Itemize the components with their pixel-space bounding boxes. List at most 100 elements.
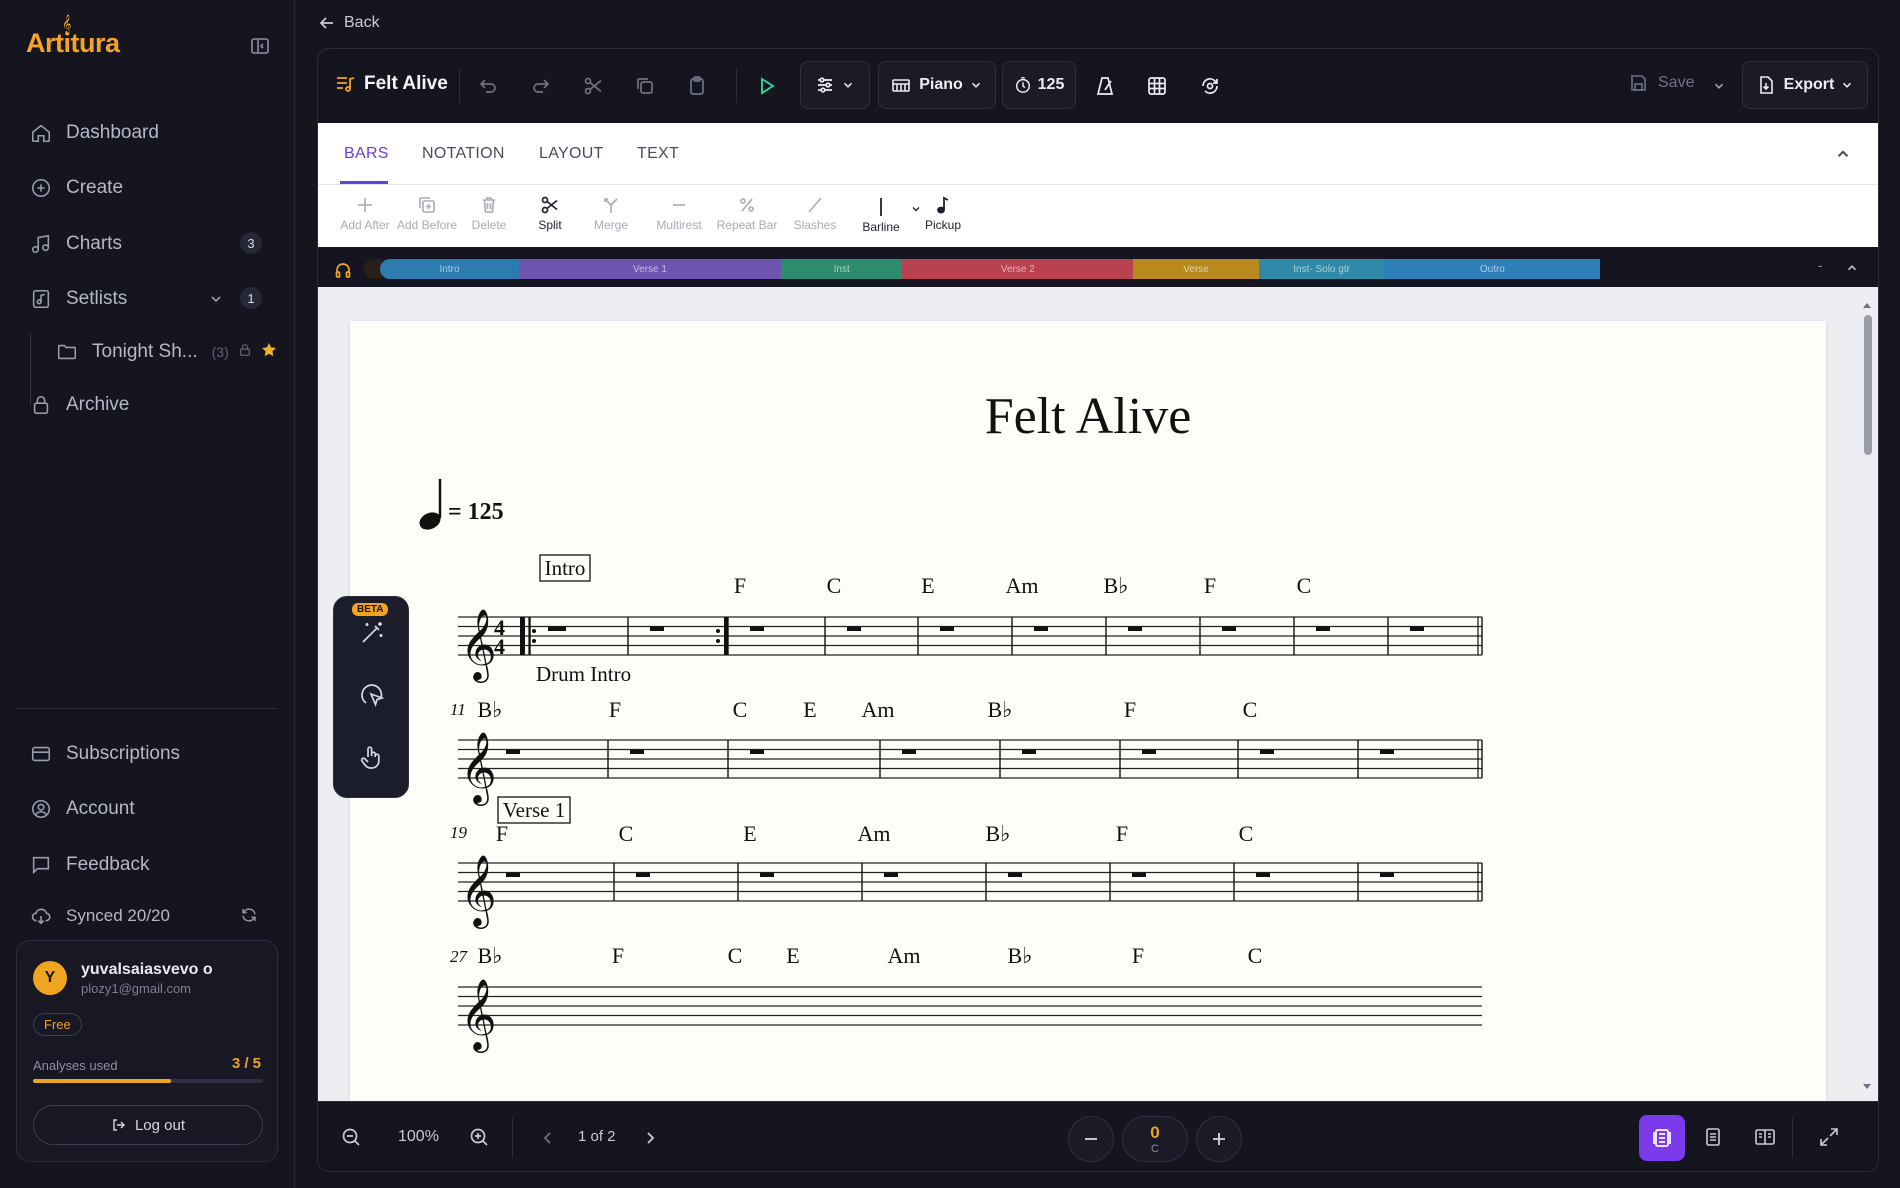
folder-icon xyxy=(57,344,77,360)
bottom-divider xyxy=(512,1118,513,1158)
nav-dashboard-label: Dashboard xyxy=(66,122,159,143)
score-systems: 𝄞44F C E Am B♭ F CIntroDrum Intro𝄞11 B♭ F C E Am B♭ F… xyxy=(450,554,1483,1053)
message-icon xyxy=(32,856,50,875)
fullscreen-icon[interactable] xyxy=(1818,1126,1840,1148)
mixer-dropdown[interactable] xyxy=(800,61,870,109)
chord-symbol: F xyxy=(734,573,746,598)
tab-bar: BARS NOTATION LAYOUT TEXT xyxy=(318,123,1878,185)
timeline-minimize[interactable]: - xyxy=(1818,257,1823,273)
split-button[interactable]: Split xyxy=(515,195,585,232)
loop-button[interactable] xyxy=(1197,73,1223,99)
chevron-right-icon[interactable] xyxy=(642,1130,658,1146)
back-link[interactable]: Back xyxy=(318,14,380,32)
add-after-button[interactable]: Add After xyxy=(330,195,400,232)
paste-button[interactable] xyxy=(684,73,710,99)
chevron-up-icon[interactable] xyxy=(1845,261,1859,275)
logout-button[interactable]: Log out xyxy=(33,1105,263,1145)
setlists-count-badge: 1 xyxy=(240,287,262,309)
credit-card-icon xyxy=(31,746,51,762)
merge-button[interactable]: Merge xyxy=(576,195,646,232)
score-title: Felt Alive xyxy=(985,388,1192,445)
nav-charts[interactable]: Charts xyxy=(30,227,122,261)
tab-text[interactable]: TEXT xyxy=(637,145,679,163)
export-label: Export xyxy=(1783,76,1835,93)
copy-button[interactable] xyxy=(632,73,658,99)
chevron-down-icon[interactable] xyxy=(208,291,224,307)
pickup-button[interactable]: Pickup xyxy=(908,195,978,232)
play-button[interactable] xyxy=(753,73,779,99)
nav-account[interactable]: Account xyxy=(30,792,135,826)
multirest-button[interactable]: Multirest xyxy=(644,195,714,232)
scroll-up-icon[interactable] xyxy=(1862,301,1872,311)
treble-clef-icon: 𝄞 xyxy=(62,16,71,33)
instrument-dropdown[interactable]: Piano xyxy=(878,61,996,109)
timeline-section[interactable]: Outro xyxy=(1384,259,1601,279)
nav-subscriptions[interactable]: Subscriptions xyxy=(30,737,180,771)
tempo-button[interactable]: 125 xyxy=(1002,61,1076,109)
repeat-bar-button[interactable]: Repeat Bar xyxy=(712,195,782,232)
scroll-down-icon[interactable] xyxy=(1862,1081,1872,1091)
tab-bars[interactable]: BARS xyxy=(344,145,389,163)
undo-button[interactable] xyxy=(475,73,501,99)
transpose-up-button[interactable] xyxy=(1196,1116,1242,1162)
chevron-up-icon[interactable] xyxy=(1834,145,1852,163)
zoom-out-icon[interactable] xyxy=(340,1126,362,1148)
document-title[interactable]: Felt Alive xyxy=(334,73,448,95)
back-label: Back xyxy=(344,14,380,31)
refresh-icon[interactable] xyxy=(240,906,258,924)
chord-symbol: F xyxy=(1132,943,1144,968)
chevron-down-icon[interactable] xyxy=(1712,79,1726,93)
star-icon[interactable] xyxy=(261,342,277,358)
nav-setlists[interactable]: Setlists xyxy=(30,282,127,316)
delete-button[interactable]: Delete xyxy=(454,195,524,232)
add-before-button[interactable]: Add Before xyxy=(392,195,462,232)
score-viewport[interactable]: Felt Alive = 125 𝄞 4 4 F C E Am B♭ F C Intro Drum I… xyxy=(318,287,1878,1101)
cut-button[interactable] xyxy=(580,73,606,99)
timeline-section[interactable]: Inst xyxy=(780,259,903,279)
timeline-section[interactable]: Verse xyxy=(1133,259,1259,279)
tab-layout[interactable]: LAYOUT xyxy=(539,145,604,163)
scrollbar-thumb[interactable] xyxy=(1864,315,1872,455)
nav-dashboard[interactable]: Dashboard xyxy=(30,116,159,150)
sidebar-collapse-icon[interactable] xyxy=(250,36,270,56)
grid-button[interactable] xyxy=(1144,73,1170,99)
setlist-tonight[interactable]: Tonight Sh... (3) xyxy=(56,335,229,369)
single-page-icon[interactable] xyxy=(1702,1126,1724,1148)
timeline-section[interactable]: Intro xyxy=(380,259,520,279)
chevron-left-icon[interactable] xyxy=(540,1130,556,1146)
sync-status: Synced 20/20 xyxy=(30,899,170,933)
two-page-icon[interactable] xyxy=(1754,1126,1776,1148)
whole-rest xyxy=(750,626,764,631)
hand-pan-icon[interactable] xyxy=(358,743,386,771)
redo-button[interactable] xyxy=(528,73,554,99)
nav-create[interactable]: Create xyxy=(30,171,123,205)
export-dropdown[interactable]: Export xyxy=(1742,61,1868,109)
avatar[interactable]: Y xyxy=(33,961,67,995)
score-notation[interactable]: Felt Alive = 125 𝄞44F C E Am B♭ F CIntroDrum I… xyxy=(350,321,1826,1101)
headphones-icon[interactable] xyxy=(334,261,352,279)
timeline-section[interactable]: Verse 2 xyxy=(902,259,1134,279)
metronome-button[interactable] xyxy=(1092,73,1118,99)
app-logo[interactable]: Art 𝄞 itura xyxy=(26,16,120,59)
nav-feedback[interactable]: Feedback xyxy=(30,848,149,882)
vertical-scrollbar[interactable] xyxy=(1862,301,1872,1091)
tab-notation[interactable]: NOTATION xyxy=(422,145,505,163)
zoom-in-icon[interactable] xyxy=(468,1126,490,1148)
timeline-section[interactable]: Verse 1 xyxy=(519,259,781,279)
magic-wand-icon[interactable] xyxy=(358,619,386,647)
music-note-icon xyxy=(31,234,50,254)
select-cursor-icon[interactable] xyxy=(358,681,386,709)
save-button[interactable]: Save xyxy=(1628,73,1694,93)
timeline-section[interactable]: Inst- Solo gtr xyxy=(1258,259,1385,279)
transpose-down-button[interactable] xyxy=(1068,1116,1114,1162)
view-continuous-button[interactable] xyxy=(1639,1115,1685,1161)
barline-dropdown[interactable]: Barline xyxy=(846,197,916,234)
nav-archive[interactable]: Archive xyxy=(30,388,129,422)
slashes-button[interactable]: Slashes xyxy=(780,195,850,232)
chord-symbol: C xyxy=(728,943,743,968)
document-title-label: Felt Alive xyxy=(364,73,448,94)
loop-icon xyxy=(1202,78,1218,94)
treble-clef-icon: 𝄞 xyxy=(460,732,497,806)
minus-icon xyxy=(673,204,685,206)
section-timeline-bar[interactable]: Intro Verse 1 Inst Verse 2 Verse Inst- Solo g… xyxy=(380,259,1730,279)
